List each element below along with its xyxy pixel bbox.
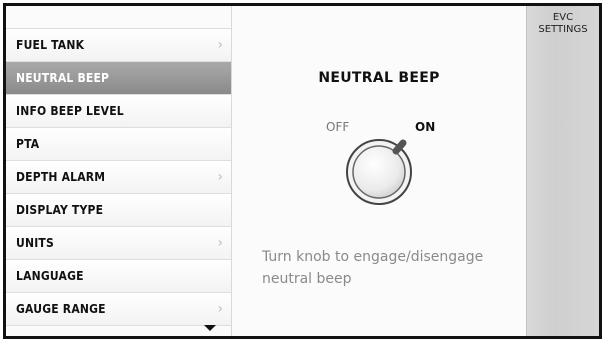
menu-top-strip [6, 6, 231, 29]
menu-item-pta[interactable]: PTA [6, 128, 231, 161]
menu-item-label: DEPTH ALARM [16, 170, 106, 184]
chevron-right-icon: › [217, 235, 223, 251]
instruction-text: Turn knob to engage/disengage neutral be… [262, 246, 522, 290]
menu-item-display-type[interactable]: DISPLAY TYPE [6, 194, 231, 227]
menu-item-label: UNITS [16, 236, 54, 250]
menu-item-label: INFO BEEP LEVEL [16, 104, 124, 118]
neutral-beep-knob[interactable] [344, 137, 414, 207]
menu-item-fuel-tank[interactable]: FUEL TANK › [6, 29, 231, 62]
evc-label: EVC [552, 12, 574, 23]
menu-item-depth-alarm[interactable]: DEPTH ALARM › [6, 161, 231, 194]
menu-item-language[interactable]: LANGUAGE [6, 260, 231, 293]
menu-item-label: PTA [16, 137, 40, 151]
menu-item-label: FUEL TANK [16, 38, 85, 52]
settings-label: SETTINGS [538, 24, 588, 35]
menu-item-label: LANGUAGE [16, 269, 84, 283]
detail-panel: NEUTRAL BEEP OFF ON Turn knob to engage/… [232, 6, 526, 336]
menu-item-label: GAUGE RANGE [16, 302, 106, 316]
chevron-right-icon: › [217, 169, 223, 185]
evc-settings-panel[interactable]: EVC SETTINGS [526, 6, 599, 336]
settings-menu: FUEL TANK › NEUTRAL BEEP INFO BEEP LEVEL… [6, 6, 232, 336]
page-title: NEUTRAL BEEP [318, 70, 440, 86]
menu-item-units[interactable]: UNITS › [6, 227, 231, 260]
menu-item-label: DISPLAY TYPE [16, 203, 104, 217]
knob-on-label: ON [415, 120, 436, 134]
menu-item-neutral-beep[interactable]: NEUTRAL BEEP [6, 62, 231, 95]
scroll-down-arrow-icon[interactable] [204, 325, 216, 331]
knob-off-label: OFF [326, 120, 350, 134]
chevron-right-icon: › [217, 37, 223, 53]
evc-settings-title: EVC SETTINGS [527, 12, 599, 36]
menu-item-gauge-range[interactable]: GAUGE RANGE › [6, 293, 231, 326]
chevron-right-icon: › [217, 301, 223, 317]
menu-item-info-beep-level[interactable]: INFO BEEP LEVEL [6, 95, 231, 128]
instruction-line-2: neutral beep [262, 271, 352, 287]
menu-item-label: NEUTRAL BEEP [16, 71, 110, 85]
instruction-line-1: Turn knob to engage/disengage [262, 249, 484, 265]
screen-frame: FUEL TANK › NEUTRAL BEEP INFO BEEP LEVEL… [3, 3, 602, 339]
